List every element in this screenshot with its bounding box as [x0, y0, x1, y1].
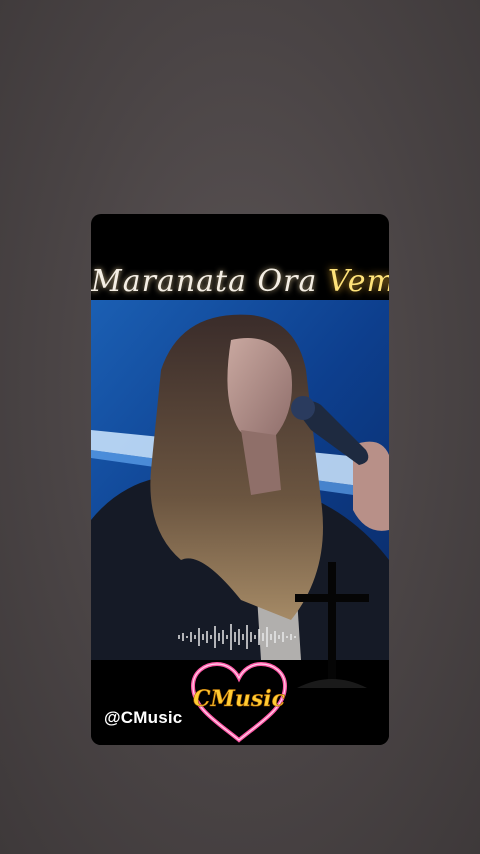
title-main: Maranata Ora: [91, 264, 318, 299]
cmusic-logo: CMusic: [190, 661, 288, 743]
logo-text: CMusic: [193, 686, 286, 712]
title-accent: Vem: [327, 264, 389, 299]
audio-waveform-icon: [178, 624, 296, 650]
story-card: Maranata Ora Vem: [91, 214, 389, 745]
cross-icon: [295, 562, 369, 688]
story-title: Maranata Ora Vem: [91, 262, 389, 302]
account-handle[interactable]: @CMusic: [104, 708, 182, 728]
